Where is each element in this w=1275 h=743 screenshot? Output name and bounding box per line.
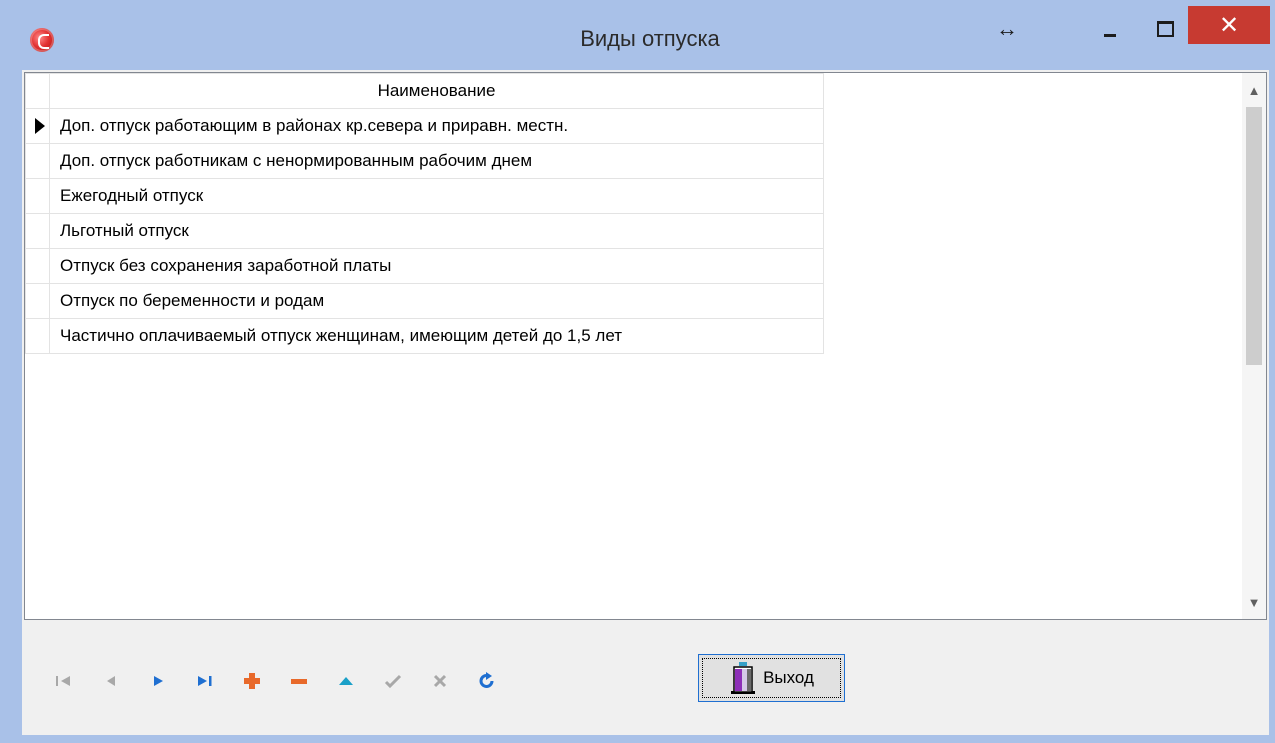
delete-record-icon (291, 679, 307, 684)
close-button[interactable]: ✕ (1188, 6, 1270, 44)
table-row[interactable]: Доп. отпуск работающим в районах кр.севе… (25, 108, 824, 144)
window-title: Виды отпуска (580, 26, 720, 51)
first-record-icon (56, 676, 70, 686)
indicator-header (25, 73, 50, 109)
last-record-button[interactable] (189, 666, 221, 696)
row-indicator (25, 248, 50, 284)
insert-record-button[interactable] (236, 666, 268, 696)
exit-button-label: Выход (763, 668, 814, 687)
edit-record-button[interactable] (330, 666, 362, 696)
scroll-down-icon[interactable]: ▼ (1242, 585, 1266, 619)
cell-name[interactable]: Частично оплачиваемый отпуск женщинам, и… (49, 318, 824, 354)
table-row[interactable]: Частично оплачиваемый отпуск женщинам, и… (25, 318, 824, 354)
table-row[interactable]: Доп. отпуск работникам с ненормированным… (25, 143, 824, 179)
last-record-icon (198, 676, 212, 686)
scroll-thumb[interactable] (1246, 107, 1262, 365)
close-icon: ✕ (1218, 11, 1240, 39)
table-row[interactable]: Отпуск по беременности и родам (25, 283, 824, 319)
resize-arrows-icon[interactable]: ↔ (992, 14, 1022, 44)
post-record-button[interactable] (377, 666, 409, 696)
maximize-button[interactable] (1145, 14, 1185, 44)
minimize-button[interactable] (1090, 14, 1130, 44)
row-indicator (25, 213, 50, 249)
table-row[interactable]: Льготный отпуск (25, 213, 824, 249)
leave-types-grid[interactable]: Наименование Доп. отпуск работающим в ра… (24, 72, 1267, 620)
vertical-scrollbar[interactable]: ▲ ▼ (1242, 73, 1266, 619)
row-indicator (25, 318, 50, 354)
prior-record-button[interactable] (95, 666, 127, 696)
title-bar[interactable]: Виды отпуска ↔ ✕ (0, 0, 1275, 70)
scroll-up-icon[interactable]: ▲ (1242, 73, 1266, 107)
exit-door-icon (731, 662, 756, 694)
cell-name[interactable]: Льготный отпуск (49, 213, 824, 249)
cell-name[interactable]: Доп. отпуск работникам с ненормированным… (49, 143, 824, 179)
row-indicator (25, 108, 50, 144)
column-header-name[interactable]: Наименование (49, 73, 824, 109)
next-record-icon (154, 676, 163, 686)
db-navigator (48, 666, 518, 696)
refresh-button[interactable] (471, 666, 503, 696)
row-indicator (25, 178, 50, 214)
table-row[interactable]: Ежегодный отпуск (25, 178, 824, 214)
cancel-edit-button[interactable] (424, 666, 456, 696)
minimize-icon (1104, 33, 1116, 37)
cell-name[interactable]: Доп. отпуск работающим в районах кр.севе… (49, 108, 824, 144)
grid-body: Доп. отпуск работающим в районах кр.севе… (25, 108, 824, 354)
next-record-button[interactable] (142, 666, 174, 696)
edit-record-icon (339, 677, 353, 685)
grid-header-row: Наименование (25, 73, 824, 109)
row-indicator (25, 143, 50, 179)
prior-record-icon (107, 676, 115, 686)
insert-record-icon (244, 673, 260, 689)
bottom-panel: Выход (24, 622, 1267, 733)
cell-name[interactable]: Отпуск по беременности и родам (49, 283, 824, 319)
maximize-icon (1156, 21, 1174, 37)
cell-name[interactable]: Ежегодный отпуск (49, 178, 824, 214)
exit-button[interactable]: Выход (698, 654, 845, 702)
grid-table: Наименование Доп. отпуск работающим в ра… (25, 73, 824, 354)
first-record-button[interactable] (48, 666, 80, 696)
current-row-pointer-icon (35, 118, 45, 134)
client-area: Наименование Доп. отпуск работающим в ра… (22, 70, 1269, 735)
table-row[interactable]: Отпуск без сохранения заработной платы (25, 248, 824, 284)
refresh-icon (479, 672, 494, 688)
cell-name[interactable]: Отпуск без сохранения заработной платы (49, 248, 824, 284)
post-record-icon (384, 674, 402, 689)
cancel-edit-icon (433, 674, 447, 688)
window: Виды отпуска ↔ ✕ Наименование Доп. отпус… (0, 0, 1275, 743)
delete-record-button[interactable] (283, 666, 315, 696)
row-indicator (25, 283, 50, 319)
